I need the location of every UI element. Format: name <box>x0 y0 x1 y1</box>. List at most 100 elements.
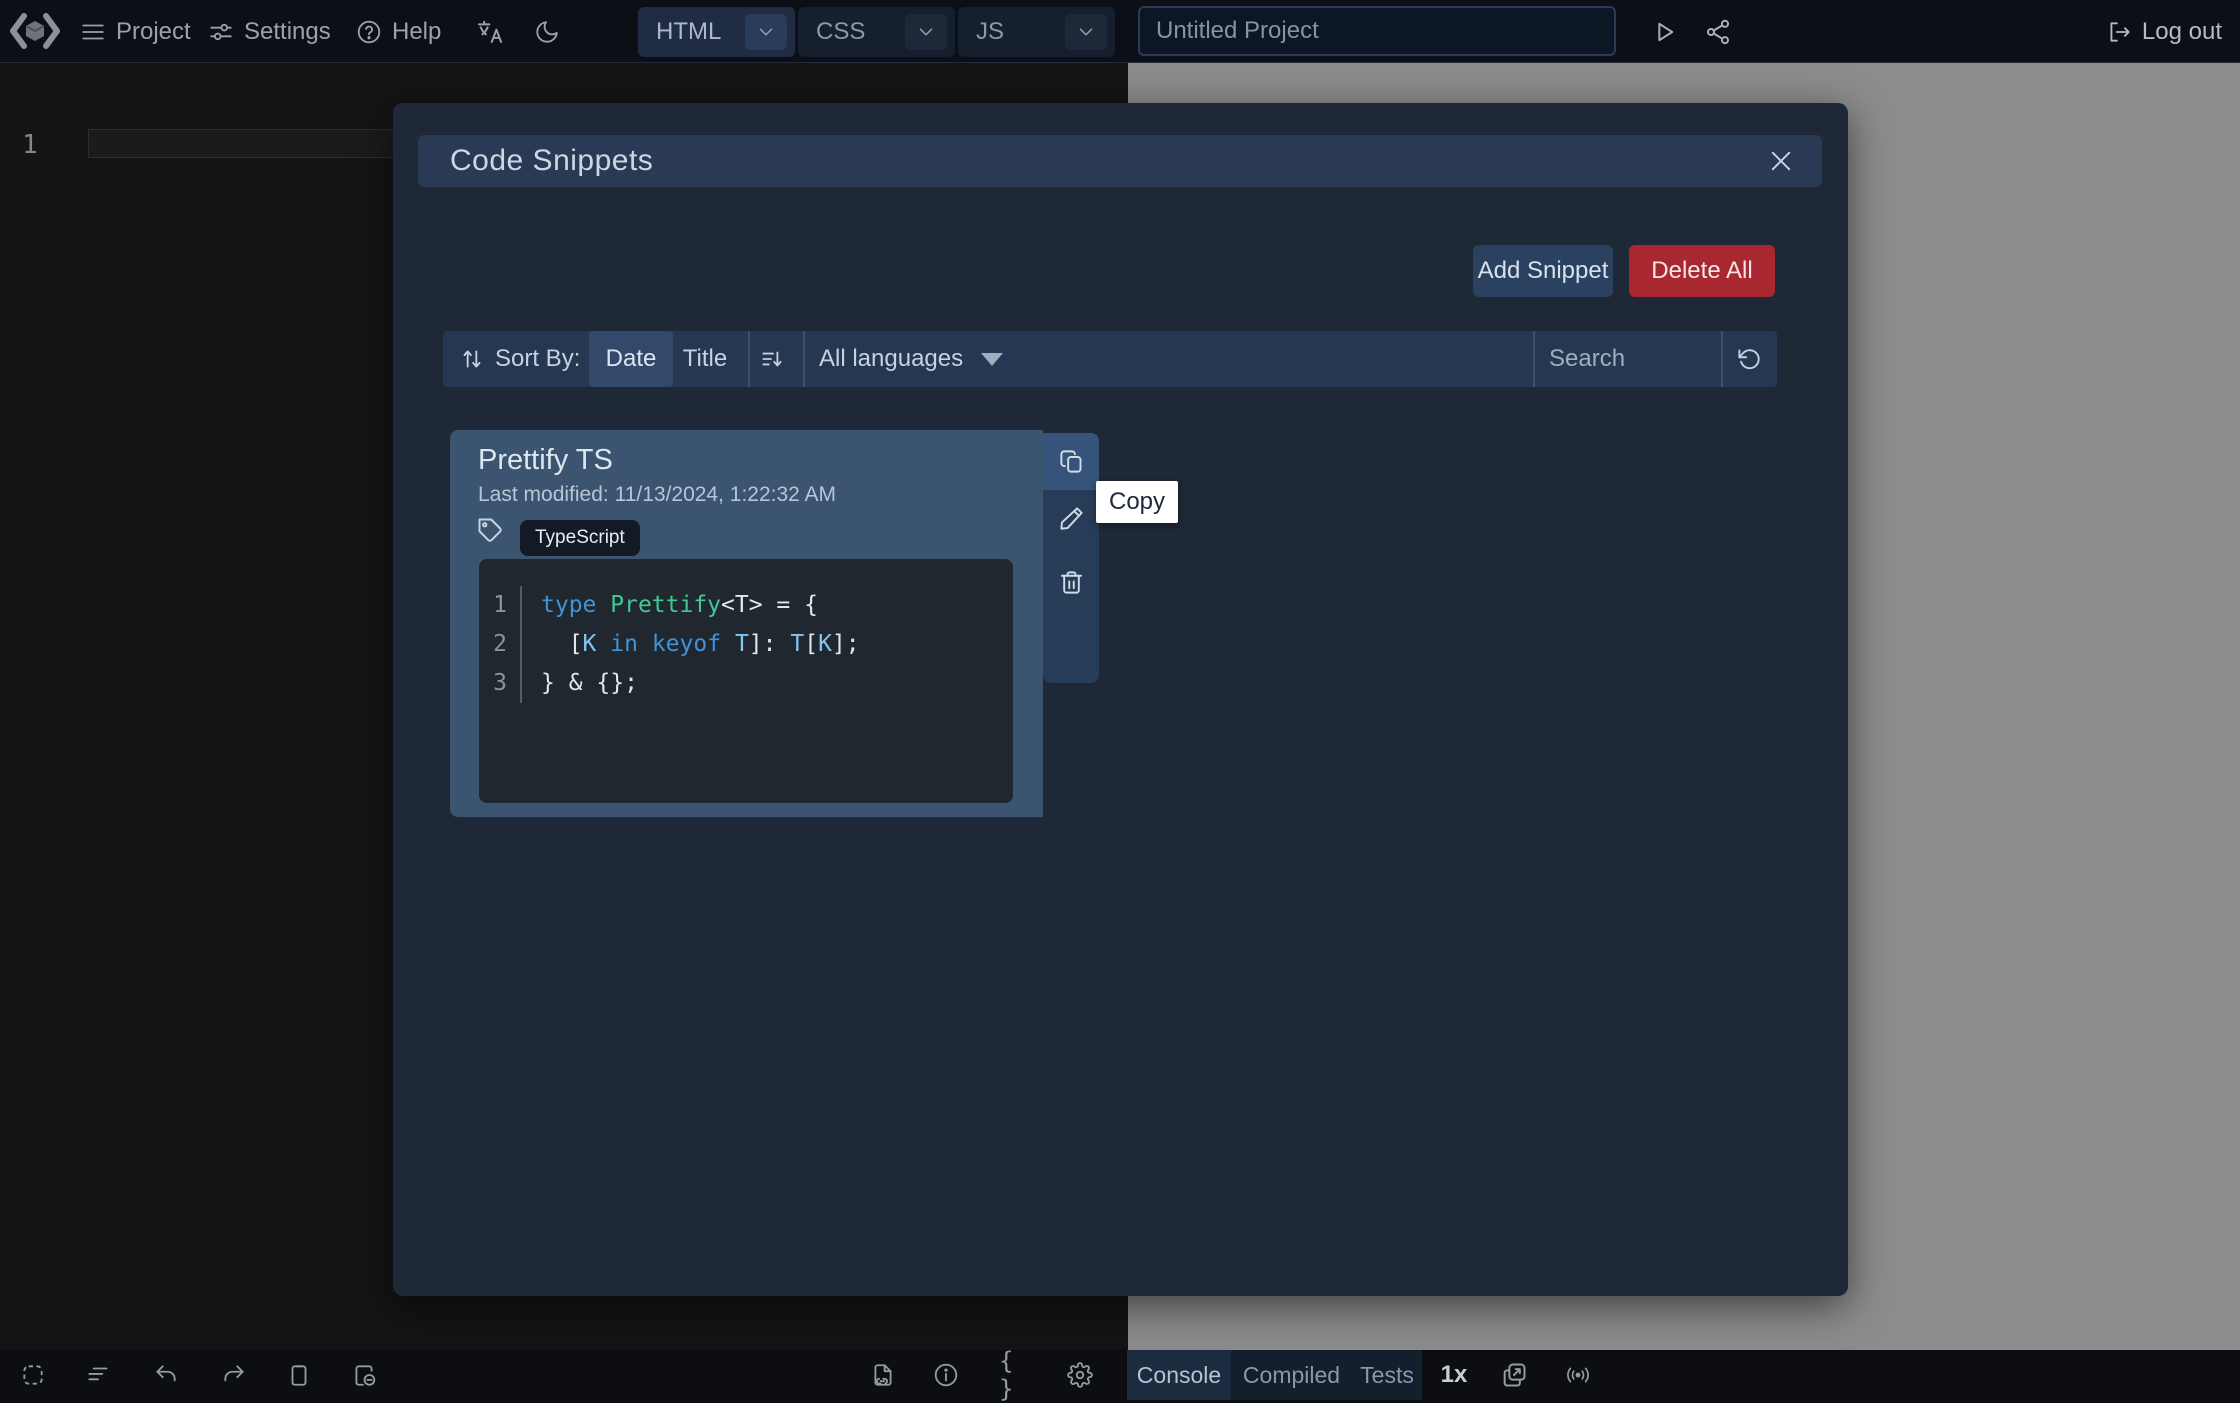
code-token: K <box>818 631 832 657</box>
menu-settings-label: Settings <box>244 18 331 46</box>
delete-all-button[interactable]: Delete All <box>1629 245 1775 297</box>
tab-js[interactable]: JS <box>958 7 1115 57</box>
code-line-number: 1 <box>479 586 522 625</box>
chevron-down-icon[interactable] <box>905 14 947 50</box>
snippets-button[interactable]: { } <box>999 1361 1027 1389</box>
code-token: type <box>541 592 596 618</box>
logout-label: Log out <box>2142 18 2222 46</box>
code-token: <T> = { <box>721 592 818 618</box>
menu-help[interactable]: Help <box>356 0 441 63</box>
translate-icon <box>476 18 504 46</box>
code-token: ]: <box>749 631 791 657</box>
tab-css[interactable]: CSS <box>798 7 955 57</box>
copy-snippet-button[interactable] <box>1043 433 1099 490</box>
code-token: in <box>610 631 638 657</box>
copy-icon <box>1058 448 1085 475</box>
sort-direction-button[interactable] <box>759 331 785 387</box>
code-token: [ <box>541 631 583 657</box>
export-file-button[interactable] <box>869 1361 897 1389</box>
chevron-down-icon[interactable] <box>1065 14 1107 50</box>
code-token: } & {}; <box>541 670 638 696</box>
clipboard-paste-icon <box>351 1362 377 1388</box>
add-snippet-button[interactable]: Add Snippet <box>1473 245 1613 297</box>
code-token: [ <box>804 631 818 657</box>
detach-preview-button[interactable] <box>1500 1361 1528 1389</box>
top-toolbar: Project Settings Help HTML <box>0 0 2240 63</box>
code-token <box>721 631 735 657</box>
refresh-icon <box>1736 346 1763 373</box>
external-window-icon <box>1500 1361 1528 1389</box>
tab-console[interactable]: Console <box>1127 1350 1231 1400</box>
snippet-title: Prettify TS <box>478 444 613 477</box>
share-icon <box>1704 18 1732 46</box>
logout-button[interactable]: Log out <box>2106 0 2222 63</box>
redo-icon <box>221 1362 247 1388</box>
code-text: [K in keyof T]: T[K]; <box>522 625 860 664</box>
snippet-actions-rail <box>1043 433 1099 683</box>
redo-button[interactable] <box>220 1361 248 1389</box>
select-all-button[interactable] <box>19 1361 47 1389</box>
snippet-last-modified: Last modified: 11/13/2024, 1:22:32 AM <box>478 483 836 507</box>
file-link-icon <box>870 1362 896 1388</box>
code-text: } & {}; <box>522 664 638 703</box>
sort-title-button[interactable]: Title <box>673 331 737 387</box>
theme-toggle[interactable] <box>534 0 560 63</box>
tag-icon <box>476 516 504 544</box>
language-badge: TypeScript <box>520 520 640 556</box>
tab-tests[interactable]: Tests <box>1352 1350 1422 1400</box>
code-line-number: 3 <box>479 664 522 703</box>
code-line-number: 2 <box>479 625 522 664</box>
snippet-card[interactable]: Prettify TS Last modified: 11/13/2024, 1… <box>450 430 1043 817</box>
info-button[interactable] <box>932 1361 960 1389</box>
copy-code-button[interactable] <box>285 1361 313 1389</box>
sort-date-button[interactable]: Date <box>589 331 673 387</box>
editor-settings-button[interactable] <box>1066 1361 1094 1389</box>
app-logo <box>10 12 60 50</box>
translate-button[interactable] <box>476 0 504 63</box>
snippet-code-block: 1 type Prettify<T> = { 2 [K in keyof T]: T… <box>479 559 1013 803</box>
search-input[interactable] <box>1535 331 1719 387</box>
divider <box>803 331 805 387</box>
sliders-icon <box>208 19 234 45</box>
menu-project[interactable]: Project <box>80 0 191 63</box>
code-line: 1 type Prettify<T> = { <box>479 586 1013 625</box>
undo-button[interactable] <box>152 1361 180 1389</box>
help-icon <box>356 19 382 45</box>
undo-icon <box>153 1362 179 1388</box>
code-token: Prettify <box>610 592 721 618</box>
modal-close-button[interactable] <box>1762 142 1800 180</box>
info-icon <box>933 1362 959 1388</box>
editor-line-number: 1 <box>20 130 40 160</box>
share-button[interactable] <box>1704 0 1732 63</box>
live-broadcast-button[interactable] <box>1564 1361 1592 1389</box>
project-name-input[interactable] <box>1138 6 1616 56</box>
copy-tooltip: Copy <box>1096 481 1178 523</box>
code-token: K <box>583 631 597 657</box>
code-token: keyof <box>652 631 721 657</box>
gear-icon <box>1067 1362 1093 1388</box>
playback-speed-button[interactable]: 1x <box>1432 1350 1476 1400</box>
code-token: ]; <box>832 631 860 657</box>
refresh-button[interactable] <box>1722 331 1777 387</box>
run-button[interactable] <box>1650 0 1678 63</box>
tab-compiled[interactable]: Compiled <box>1231 1350 1352 1400</box>
logout-icon <box>2106 19 2132 45</box>
divider <box>748 331 750 387</box>
play-icon <box>1650 18 1678 46</box>
align-left-icon <box>85 1362 111 1388</box>
language-filter-dropdown[interactable]: All languages <box>819 331 1003 387</box>
format-code-button[interactable] <box>84 1361 112 1389</box>
sort-by-label: Sort By: <box>495 331 580 387</box>
delete-snippet-button[interactable] <box>1043 554 1099 611</box>
moon-icon <box>534 19 560 45</box>
bottom-toolbar: { } Console Compiled Tests 1x <box>0 1350 2240 1400</box>
tab-html[interactable]: HTML <box>638 7 795 57</box>
paste-code-button[interactable] <box>350 1361 378 1389</box>
trash-icon <box>1058 569 1085 596</box>
menu-settings[interactable]: Settings <box>208 0 331 63</box>
sort-arrows-icon <box>459 331 485 387</box>
menu-project-label: Project <box>116 18 191 46</box>
modal-header: Code Snippets <box>418 135 1822 187</box>
edit-snippet-button[interactable] <box>1043 490 1099 547</box>
chevron-down-icon[interactable] <box>745 14 787 50</box>
